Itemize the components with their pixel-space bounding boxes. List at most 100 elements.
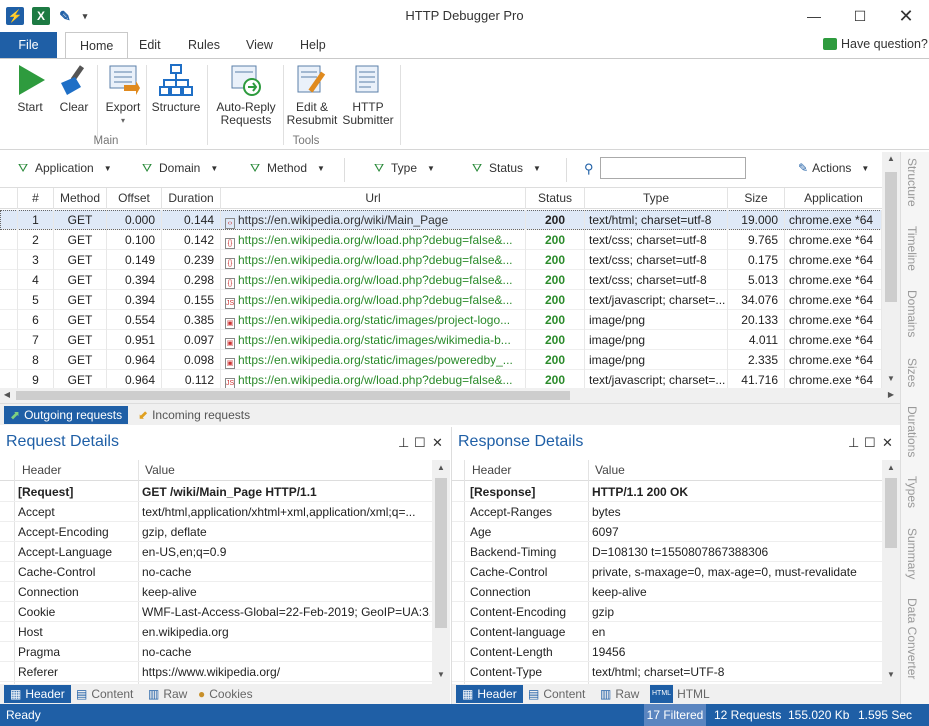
scroll-up-icon[interactable]: ▲ (882, 463, 900, 472)
table-row[interactable]: Accept-Language en-US,en;q=0.9 (0, 542, 432, 562)
table-row[interactable]: 6 GET 0.554 0.385 ▣ https://en.wikipedia.org/… (0, 310, 882, 330)
table-row[interactable]: Content-Type text/html; charset=UTF-8 (452, 662, 882, 682)
table-row[interactable]: Age 6097 (452, 522, 882, 542)
scroll-down-icon[interactable]: ▼ (432, 670, 450, 679)
value-column[interactable]: Value (145, 460, 175, 481)
pin-icon[interactable]: ⊥ (848, 435, 859, 451)
tab-rules[interactable]: Rules (174, 32, 234, 58)
grid-horizontal-scrollbar[interactable]: ◀ ▶ (0, 388, 900, 403)
grid-vertical-scrollbar[interactable]: ▲ ▼ (882, 152, 900, 388)
structure-button[interactable]: Structure (150, 63, 202, 114)
table-row[interactable]: 4 GET 0.394 0.298{} https://en.wikipedia.org… (0, 270, 882, 290)
scroll-down-icon[interactable]: ▼ (882, 374, 900, 383)
filter-application[interactable]: ⛛ Application ▼ (18, 161, 112, 175)
response-vertical-scrollbar[interactable]: ▲ ▼ (882, 460, 900, 684)
sidebar-tab-summary[interactable]: Summary (905, 528, 919, 579)
tab-response-content[interactable]: ▤ Content (522, 685, 591, 703)
table-row[interactable]: 9 GET 0.964 0.112 JS https://en.wikipedia.org… (0, 370, 882, 388)
status-filtered[interactable]: 17 Filtered (644, 704, 706, 726)
table-row[interactable]: Cache-Control no-cache (0, 562, 432, 582)
excel-icon[interactable]: X (32, 7, 50, 25)
table-row[interactable]: Accept text/html,application/xhtml+xml,ap… (0, 502, 432, 522)
close-button[interactable]: ✕ (883, 0, 929, 32)
column-header[interactable]: Duration (162, 188, 221, 209)
table-row[interactable]: Cookie WMF-Last-Access-Global=22-Feb-2019… (0, 602, 432, 622)
scroll-thumb[interactable] (885, 478, 897, 548)
auto-reply-requests-button[interactable]: Auto-Reply Requests (213, 63, 279, 127)
scroll-up-icon[interactable]: ▲ (882, 154, 900, 163)
table-row[interactable]: 5 GET 0.394 0.155 JS https://en.wikipedia.org… (0, 290, 882, 310)
sidebar-tab-types[interactable]: Types (905, 476, 919, 508)
start-button[interactable]: Start (12, 63, 48, 114)
request-vertical-scrollbar[interactable]: ▲ ▼ (432, 460, 450, 684)
customize-dropdown-icon[interactable]: ▾ (76, 7, 94, 25)
table-row[interactable]: Connection keep-alive (452, 582, 882, 602)
table-row[interactable]: Content-Length 19456 (452, 642, 882, 662)
edit-resubmit-button[interactable]: Edit & Resubmit (286, 63, 338, 127)
tab-response-raw[interactable]: ▥ Raw (594, 685, 645, 703)
table-row[interactable]: 3 GET 0.149 0.239{} https://en.wikipedia.org… (0, 250, 882, 270)
tab-request-cookies[interactable]: ● Cookies (192, 685, 259, 703)
http-submitter-button[interactable]: HTTP Submitter (340, 63, 396, 127)
column-header[interactable]: # (18, 188, 54, 209)
table-row[interactable]: Content-language en (452, 622, 882, 642)
scroll-thumb[interactable] (885, 172, 897, 302)
table-row[interactable]: Pragma no-cache (0, 642, 432, 662)
column-header[interactable]: Application (785, 188, 882, 209)
column-header[interactable]: Method (54, 188, 107, 209)
filter-domain[interactable]: ⛛ Domain ▼ (142, 161, 218, 175)
sidebar-tab-data-converter[interactable]: Data Converter (905, 598, 919, 679)
scroll-up-icon[interactable]: ▲ (432, 463, 450, 472)
scroll-thumb[interactable] (16, 391, 570, 400)
column-header[interactable]: Type (585, 188, 728, 209)
table-row[interactable]: Content-Encoding gzip (452, 602, 882, 622)
tab-incoming-requests[interactable]: ⬋ Incoming requests (132, 406, 256, 424)
search-input[interactable] (600, 157, 746, 179)
sidebar-tab-durations[interactable]: Durations (905, 406, 919, 457)
tab-request-header[interactable]: ▦ Header (4, 685, 71, 703)
value-column[interactable]: Value (595, 460, 625, 481)
table-row[interactable]: 8 GET 0.964 0.098 ▣ https://en.wikipedia.org/… (0, 350, 882, 370)
tab-response-header[interactable]: ▦ Header (456, 685, 523, 703)
scroll-left-icon[interactable]: ◀ (2, 390, 12, 399)
column-header[interactable]: Offset (107, 188, 162, 209)
scroll-right-icon[interactable]: ▶ (886, 390, 896, 399)
filter-status[interactable]: ⛛ Status ▼ (472, 161, 541, 175)
maximize-pane-icon[interactable]: ☐ (414, 435, 426, 451)
table-row[interactable]: Connection keep-alive (0, 582, 432, 602)
close-pane-icon[interactable]: ✕ (432, 435, 443, 451)
maximize-pane-icon[interactable]: ☐ (864, 435, 876, 451)
scroll-thumb[interactable] (435, 478, 447, 628)
table-row[interactable]: 7 GET 0.951 0.097 ▣ https://en.wikipedia.org/… (0, 330, 882, 350)
maximize-button[interactable]: ☐ (837, 0, 883, 32)
column-header[interactable]: Size (728, 188, 785, 209)
tab-outgoing-requests[interactable]: ⬈ Outgoing requests (4, 406, 129, 424)
table-row[interactable]: Host en.wikipedia.org (0, 622, 432, 642)
tab-edit[interactable]: Edit (125, 32, 175, 58)
table-row[interactable]: [Request] GET /wiki/Main_Page HTTP/1.1 (0, 482, 432, 502)
table-row[interactable]: 2 GET 0.100 0.142{} https://en.wikipedia.org… (0, 230, 882, 250)
column-header[interactable]: Url (221, 188, 526, 209)
tab-request-content[interactable]: ▤ Content (70, 685, 139, 703)
tab-file[interactable]: File (0, 32, 57, 58)
sidebar-tab-timeline[interactable]: Timeline (905, 226, 919, 271)
tab-view[interactable]: View (232, 32, 287, 58)
brush-icon[interactable]: ✎ (56, 7, 74, 25)
table-row[interactable]: Accept-Encoding gzip, deflate (0, 522, 432, 542)
sidebar-tab-sizes[interactable]: Sizes (905, 358, 919, 387)
pin-icon[interactable]: ⊥ (398, 435, 409, 451)
export-button[interactable]: Export ▾ (103, 63, 143, 127)
table-row[interactable]: Backend-Timing D=108130 t=155080786738830… (452, 542, 882, 562)
filter-method[interactable]: ⛛ Method ▼ (250, 161, 325, 175)
tab-help[interactable]: Help (286, 32, 340, 58)
table-row[interactable]: [Response] HTTP/1.1 200 OK (452, 482, 882, 502)
table-row[interactable]: Accept-Ranges bytes (452, 502, 882, 522)
sidebar-tab-domains[interactable]: Domains (905, 290, 919, 337)
sidebar-tab-structure[interactable]: Structure (905, 158, 919, 207)
filter-type[interactable]: ⛛ Type ▼ (374, 161, 435, 175)
have-question-link[interactable]: Have question? (823, 37, 928, 51)
scroll-down-icon[interactable]: ▼ (882, 670, 900, 679)
column-header[interactable]: Status (526, 188, 585, 209)
table-row[interactable]: Cache-Control private, s-maxage=0, max-ag… (452, 562, 882, 582)
header-column[interactable]: Header (22, 460, 61, 481)
